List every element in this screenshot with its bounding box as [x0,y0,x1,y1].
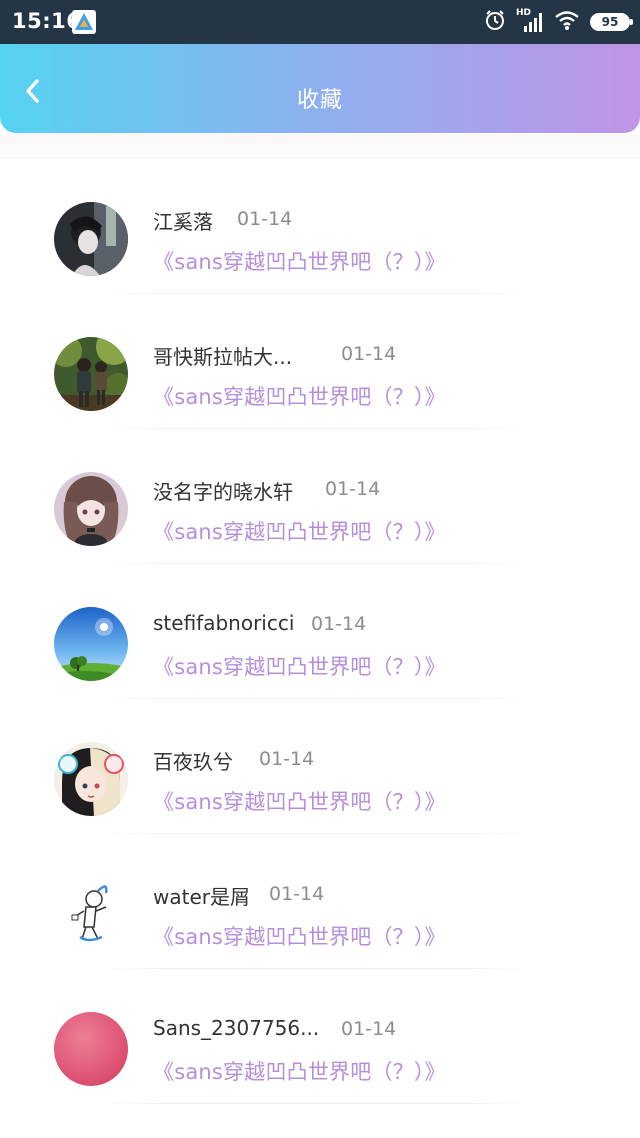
list-item[interactable]: 哥快斯拉帖大... 01-14 《sans穿越凹凸世界吧（？）》 [0,305,640,440]
favorite-title-link[interactable]: 《sans穿越凹凸世界吧（？）》 [153,786,446,816]
user-name: Sans_2307756... [153,1016,320,1040]
page-title: 收藏 [296,88,343,113]
divider [100,698,530,699]
header-shadow [0,135,640,158]
user-name: stefifabnoricci [153,611,295,635]
favorite-date: 01-14 [311,613,367,635]
favorite-date: 01-14 [269,883,325,905]
favorite-date: 01-14 [341,1018,397,1040]
battery-level: 95 [601,15,619,29]
favorite-title-link[interactable]: 《sans穿越凹凸世界吧（？）》 [153,1056,446,1086]
list-item[interactable]: 百夜玖兮 01-14 《sans穿越凹凸世界吧（？）》 [0,710,640,845]
user-name: water是屑 [153,885,250,909]
divider [100,833,530,834]
list-item[interactable]: 没名字的晓水轩 01-14 《sans穿越凹凸世界吧（？）》 [0,440,640,575]
divider [100,293,530,294]
favorite-title-link[interactable]: 《sans穿越凹凸世界吧（？）》 [153,651,446,681]
battery-icon: 95 [590,13,633,31]
user-name: 江奚落 [153,210,213,234]
list-item[interactable]: water是屑 01-14 《sans穿越凹凸世界吧（？）》 [0,845,640,980]
header-bar: 收藏 [0,44,640,133]
app-indicator-icon [72,10,96,34]
favorite-date: 01-14 [259,748,315,770]
divider [100,968,530,969]
divider [100,428,530,429]
wifi-icon [554,9,580,35]
user-name: 没名字的晓水轩 [153,480,293,504]
favorite-date: 01-14 [237,208,293,230]
user-name: 哥快斯拉帖大... [153,345,293,369]
forest-hikers-avatar[interactable] [54,337,128,411]
favorite-title-link[interactable]: 《sans穿越凹凸世界吧（？）》 [153,516,446,546]
alarm-icon [484,9,506,35]
status-bar: 15:16 HD 95 [0,0,640,44]
signal-icon: HD [516,8,544,34]
favorite-title-link[interactable]: 《sans穿越凹凸世界吧（？）》 [153,246,446,276]
sketch-character-avatar[interactable] [54,877,128,951]
anime-headphones-avatar[interactable] [54,742,128,816]
sky-landscape-avatar[interactable] [54,607,128,681]
list-item[interactable]: Sans_2307756... 01-14 《sans穿越凹凸世界吧（？）》 [0,980,640,1115]
list-item[interactable]: stefifabnoricci 01-14 《sans穿越凹凸世界吧（？）》 [0,575,640,710]
favorite-date: 01-14 [325,478,381,500]
anime-boy-avatar[interactable] [54,202,128,276]
divider [100,1103,530,1104]
favorite-title-link[interactable]: 《sans穿越凹凸世界吧（？）》 [153,921,446,951]
status-time: 15:16 [12,9,82,33]
list-item[interactable]: 江奚落 01-14 《sans穿越凹凸世界吧（？）》 [0,170,640,305]
divider [100,563,530,564]
anime-girl-avatar[interactable] [54,472,128,546]
pink-circle-avatar[interactable] [54,1012,128,1086]
user-name: 百夜玖兮 [153,750,233,774]
favorite-title-link[interactable]: 《sans穿越凹凸世界吧（？）》 [153,381,446,411]
favorite-date: 01-14 [341,343,397,365]
